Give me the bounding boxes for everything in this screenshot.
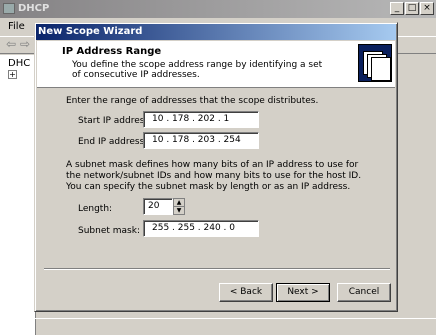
end-ip-field[interactable]: 10 . 178 . 203 . 254 — [143, 132, 259, 149]
header-description: You define the scope address range by id… — [72, 60, 323, 80]
console-tree — [0, 55, 36, 335]
spin-up-icon[interactable]: ▲ — [174, 199, 184, 207]
length-spinner[interactable]: ▲ ▼ — [173, 198, 185, 215]
menu-file[interactable]: File — [8, 21, 25, 32]
subnet-mask-label: Subnet mask: — [78, 226, 140, 236]
button-separator — [44, 268, 390, 270]
forward-arrow-icon[interactable]: ⇨ — [20, 37, 30, 51]
bg-window-title: DHCP — [18, 3, 50, 14]
cancel-button[interactable]: Cancel — [337, 283, 391, 302]
back-arrow-icon[interactable]: ⇦ — [6, 37, 16, 51]
tree-item-dhcp[interactable]: DHC — [8, 58, 30, 69]
spin-down-icon[interactable]: ▼ — [174, 207, 184, 214]
status-bar — [0, 318, 436, 334]
length-label: Length: — [78, 204, 113, 214]
subnet-mask-field[interactable]: 255 . 255 . 240 . 0 — [143, 220, 259, 237]
subnet-description-text: A subnet mask defines how many bits of a… — [66, 160, 362, 192]
length-field[interactable]: 20 — [143, 198, 173, 215]
close-icon[interactable]: × — [420, 2, 434, 15]
tree-expand-icon[interactable]: + — [8, 70, 17, 79]
dhcp-app-icon — [3, 3, 15, 14]
range-intro-text: Enter the range of addresses that the sc… — [66, 96, 319, 106]
maximize-icon[interactable]: □ — [405, 2, 419, 15]
start-ip-field[interactable]: 10 . 178 . 202 . 1 — [143, 111, 259, 128]
start-ip-label: Start IP address: — [78, 116, 153, 126]
wizard-pages-icon — [358, 44, 392, 82]
back-button[interactable]: < Back — [219, 283, 273, 302]
next-button[interactable]: Next > — [276, 283, 330, 302]
wizard-title: New Scope Wizard — [38, 26, 143, 37]
header-title: IP Address Range — [62, 46, 162, 57]
minimize-icon[interactable]: _ — [390, 2, 404, 15]
end-ip-label: End IP address: — [78, 137, 148, 147]
bg-window-titlebar — [0, 0, 436, 18]
